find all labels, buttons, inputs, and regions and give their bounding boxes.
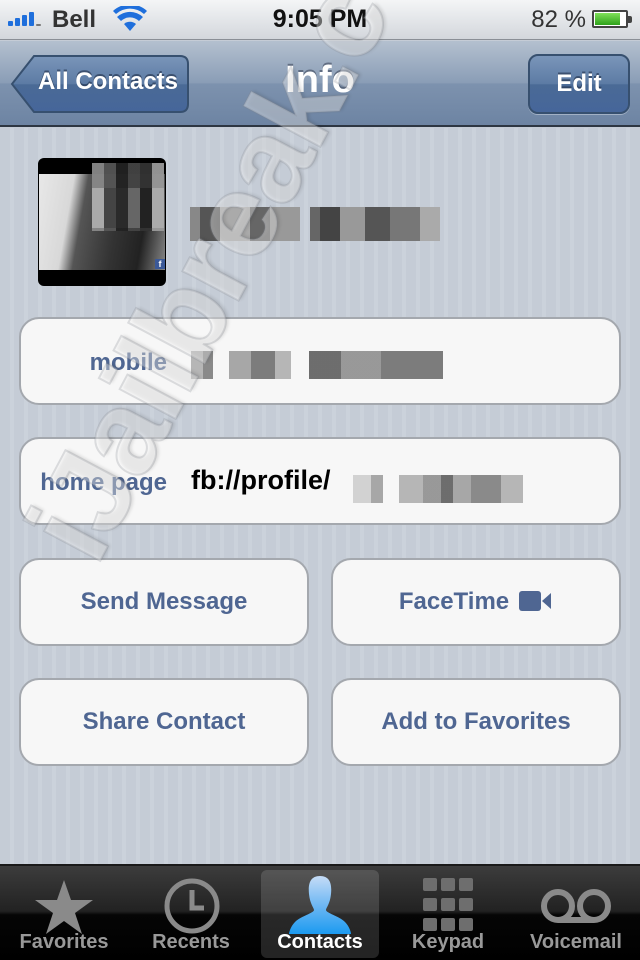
- video-camera-icon: [519, 590, 553, 611]
- tab-voicemail[interactable]: Voicemail: [517, 870, 635, 958]
- tab-label: Favorites: [19, 931, 109, 953]
- tab-keypad[interactable]: Keypad: [389, 870, 507, 958]
- battery-percent: 82 %: [531, 6, 586, 33]
- facebook-icon: f: [155, 259, 165, 269]
- tab-recents[interactable]: Recents: [132, 870, 250, 958]
- send-message-label: Send Message: [80, 588, 248, 615]
- phone-number-pixelated: [191, 351, 443, 379]
- clock-icon: [164, 878, 220, 934]
- facetime-label: FaceTime: [398, 588, 510, 615]
- tab-label: Contacts: [277, 931, 363, 953]
- status-bar: Bell 9:05 PM 82 %: [0, 0, 640, 40]
- navigation-bar: All Contacts Info Edit: [0, 41, 640, 127]
- share-contact-label: Share Contact: [82, 708, 246, 735]
- tab-label: Keypad: [411, 931, 485, 953]
- tab-favorites[interactable]: Favorites: [5, 870, 123, 958]
- keypad-icon: [423, 878, 473, 931]
- edit-button[interactable]: Edit: [528, 54, 630, 114]
- share-contact-button[interactable]: Share Contact: [19, 678, 309, 766]
- home-page-url: fb://profile/: [191, 465, 331, 495]
- battery-fill: [595, 13, 620, 25]
- send-message-button[interactable]: Send Message: [19, 558, 309, 646]
- contact-info-content: f mobile home page fb://profile/ Send Me…: [0, 128, 640, 864]
- battery-icon: [592, 10, 632, 28]
- add-to-favorites-button[interactable]: Add to Favorites: [331, 678, 621, 766]
- field-home-page[interactable]: home page fb://profile/: [19, 437, 621, 525]
- field-label-home-page: home page: [40, 469, 167, 496]
- contact-photo[interactable]: f: [38, 158, 166, 286]
- field-mobile[interactable]: mobile: [19, 317, 621, 405]
- add-to-favorites-label: Add to Favorites: [381, 708, 571, 735]
- tab-label: Recents: [152, 931, 230, 953]
- tab-bar: Favorites Recents Contacts Keypad Voicem…: [0, 864, 640, 960]
- tab-label: Voicemail: [530, 931, 622, 953]
- contact-name-pixelated: [190, 207, 440, 241]
- field-label-mobile: mobile: [89, 349, 167, 376]
- voicemail-icon: [541, 889, 611, 923]
- profile-id-pixelated: [353, 475, 523, 503]
- person-icon: [289, 876, 351, 934]
- star-icon: [35, 880, 93, 934]
- tab-contacts[interactable]: Contacts: [261, 870, 379, 958]
- facetime-button[interactable]: FaceTime: [331, 558, 621, 646]
